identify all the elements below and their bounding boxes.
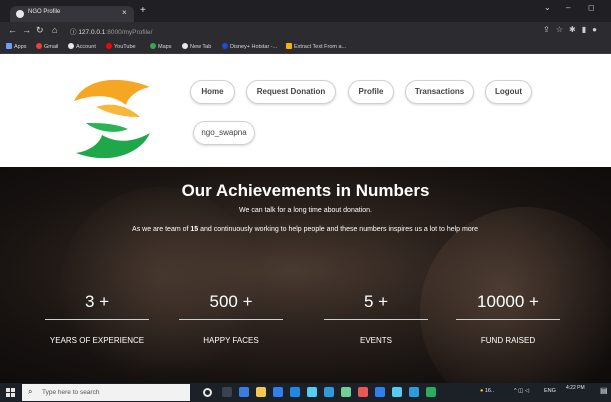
forward-arrow-icon[interactable]: → [22,25,31,35]
username-badge[interactable]: ngo_swapna [193,121,255,145]
bookmark-gmail[interactable]: Gmail [36,43,58,50]
weather-icon: ● [480,388,484,394]
tab-search-icon[interactable]: ⌄ [544,3,551,12]
task-view-icon[interactable] [222,387,232,397]
taskbar-search-box[interactable]: ⌕ Type here to search [22,384,190,401]
url-field[interactable]: ⓘ 127.0.0.1:8000/myProfile/ [70,26,152,36]
restore-icon[interactable]: ◻ [588,3,595,12]
site-header: Home Request Donation Profile Transactio… [0,55,611,167]
url-host: 127.0.0.1 [78,29,106,36]
star-icon[interactable]: ☆ [556,25,569,34]
bookmark-account[interactable]: Account [68,43,96,50]
taskbar-clock[interactable]: 4:22 PM [566,385,585,392]
stat-events: 5 + EVENTS [317,291,435,345]
stat-value: 5 + [363,292,389,311]
nav-profile-button[interactable]: Profile [348,80,394,104]
sidebar-icon[interactable]: ▮ [582,25,592,34]
stat-divider [324,319,428,320]
bookmark-apps[interactable]: Apps [6,43,27,50]
windows-start-icon[interactable] [6,388,15,397]
back-arrow-icon[interactable]: ← [8,25,17,35]
achievements-subtitle: We can talk for a long time about donati… [239,207,372,214]
system-tray-icons[interactable]: ^ ◫ ◁ [514,388,529,394]
achievements-section: Our Achievements in Numbers We can talk … [0,167,611,383]
store-icon[interactable] [273,387,283,397]
stat-value: 10000 + [477,292,539,311]
chrome-taskbar-icon[interactable] [358,387,368,397]
share-icon[interactable]: ⇪ [543,25,556,34]
vscode-icon[interactable] [324,387,334,397]
windows-taskbar: ⌕ Type here to search ● 16.. ^ ◫ ◁ ENG 4… [0,383,611,402]
address-bar-actions: ⇪☆✱▮● [543,25,603,34]
tab-title: NGO Profile [28,9,61,15]
browser-address-bar: ← → ↻ ⌂ ⓘ 127.0.0.1:8000/myProfile/ ⇪☆✱▮… [0,22,611,40]
stat-label: HAPPY FACES [203,336,259,345]
stat-divider [45,319,149,320]
extract-text-icon [286,43,292,49]
word-icon[interactable] [409,387,419,397]
bookmarks-bar: Apps Gmail Account YouTube Maps New Tab … [0,40,611,54]
nav-transactions-button[interactable]: Transactions [405,80,474,104]
bookmark-new-tab[interactable]: New Tab [182,43,211,50]
achievements-description: As we are team of 15 and continuously wo… [132,226,478,233]
search-placeholder: Type here to search [42,389,100,396]
browser-tab[interactable]: NGO Profile × [10,6,134,22]
achievements-title: Our Achievements in Numbers [181,181,430,200]
stat-label: FUND RAISED [480,336,536,345]
app-icon[interactable] [392,387,402,397]
mail-icon[interactable] [290,387,300,397]
stat-value: 3 + [84,292,110,311]
language-indicator[interactable]: ENG [544,388,556,394]
ngo-logo[interactable] [68,73,156,165]
stat-label: YEARS OF EXPERIENCE [49,336,145,345]
account-icon [68,43,74,49]
hotstar-icon [222,43,228,49]
widgets-icon[interactable] [239,387,249,397]
new-tab-button[interactable]: + [140,5,146,16]
bookmark-hotstar[interactable]: Disney+ Hotstar -... [222,43,277,50]
bookmark-youtube[interactable]: YouTube [106,43,136,50]
apps-grid-icon [6,43,12,49]
search-icon: ⌕ [28,387,33,396]
app-icon[interactable] [307,387,317,397]
stat-divider [179,319,283,320]
app-icon[interactable] [426,387,436,397]
youtube-icon [106,43,112,49]
chrome-icon [182,43,188,49]
home-icon[interactable]: ⌂ [52,25,57,35]
stat-label: EVENTS [359,336,392,345]
url-path: :8000/myProfile/ [105,29,153,36]
chrome-favicon-icon [16,10,24,18]
gmail-icon [36,43,42,49]
app-icon[interactable] [341,387,351,397]
tab-close-button[interactable]: × [122,8,127,17]
bookmark-extract-text[interactable]: Extract Text From a... [286,43,346,50]
weather-widget[interactable]: ● 16.. [480,388,494,394]
nav-logout-button[interactable]: Logout [485,80,532,104]
stat-value: 500 + [209,292,253,311]
minimize-icon[interactable]: – [566,3,570,12]
notifications-icon[interactable]: ▤ [600,386,608,395]
nav-request-donation-button[interactable]: Request Donation [246,80,336,104]
cortana-icon[interactable] [203,388,212,397]
screenshot: NGO Profile × + ⌄ – ◻ ← → ↻ ⌂ ⓘ 127.0.0.… [0,0,611,402]
bookmark-maps[interactable]: Maps [150,43,171,50]
file-explorer-icon[interactable] [256,387,266,397]
browser-tab-bar: NGO Profile × + ⌄ – ◻ [0,0,611,22]
stat-years-of-experience: 3 + YEARS OF EXPERIENCE [38,291,156,345]
nav-home-button[interactable]: Home [190,80,235,104]
background-photo-left [60,187,260,383]
app-icon[interactable] [375,387,385,397]
profile-avatar-icon[interactable]: ● [592,25,603,34]
stat-happy-faces: 500 + HAPPY FACES [172,291,290,345]
maps-icon [150,43,156,49]
extensions-icon[interactable]: ✱ [569,25,582,34]
stat-divider [456,319,560,320]
reload-icon[interactable]: ↻ [36,25,44,36]
stat-fund-raised: 10000 + FUND RAISED [449,291,567,345]
